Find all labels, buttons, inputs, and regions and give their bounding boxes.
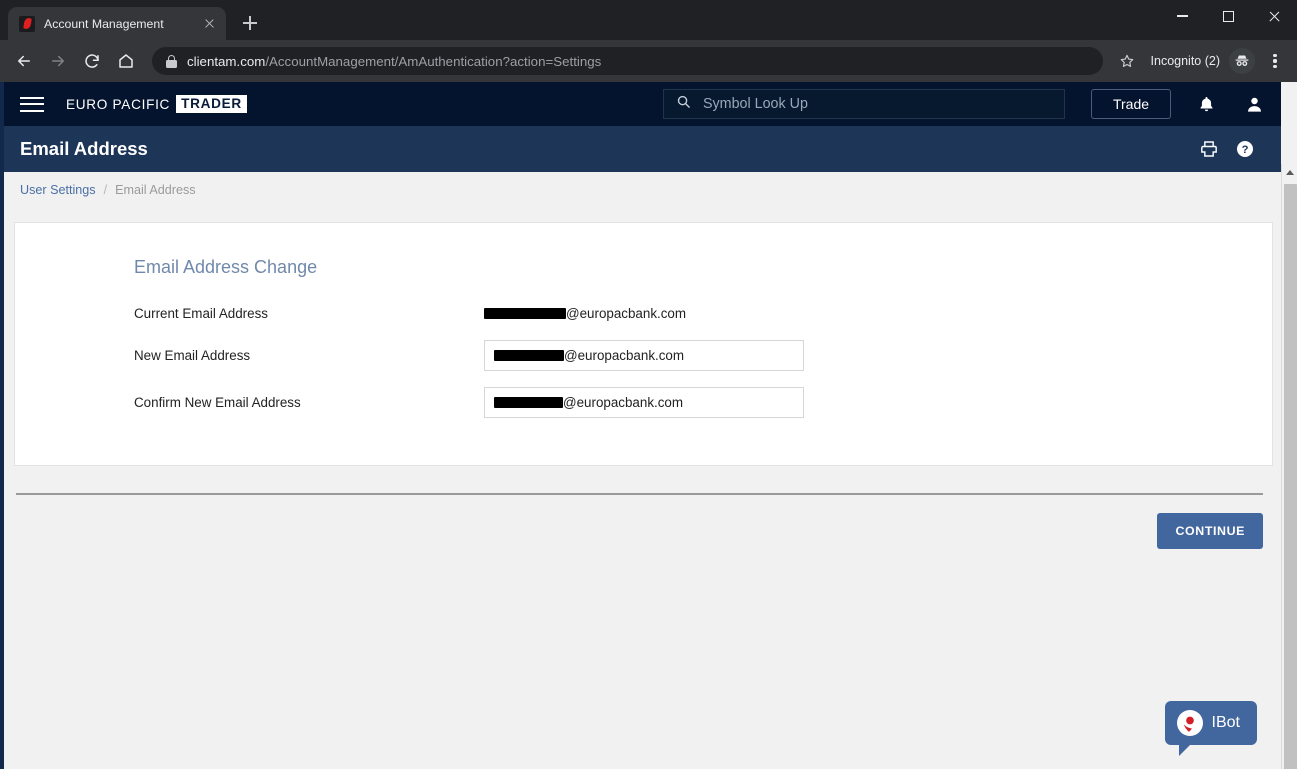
current-email-domain: @europacbank.com (566, 306, 687, 321)
breadcrumb-current: Email Address (115, 183, 196, 197)
current-email-label: Current Email Address (134, 306, 268, 321)
form-actions: CONTINUE (4, 495, 1281, 549)
search-input[interactable] (703, 96, 1052, 112)
page-title: Email Address (20, 138, 148, 159)
url-domain: clientam.com (187, 53, 266, 69)
question-mark-help-icon[interactable]: ? (1233, 137, 1257, 161)
lock-icon (166, 54, 177, 68)
current-email-row: Current Email Address @europacbank.com (134, 306, 934, 321)
breadcrumb-separator: / (103, 183, 108, 197)
forward-arrow-icon[interactable] (42, 45, 74, 77)
close-icon[interactable] (201, 15, 218, 32)
brand-primary-text: EURO PACIFIC (66, 96, 171, 112)
browser-window: Account Management clientam.com/AccountM… (0, 0, 1297, 769)
reload-icon[interactable] (76, 45, 108, 77)
brand-boxed-text: TRADER (176, 95, 247, 113)
breadcrumb-user-settings[interactable]: User Settings (20, 183, 96, 197)
confirm-email-row: Confirm New Email Address @europacbank.c… (134, 387, 934, 418)
incognito-icon[interactable] (1229, 48, 1255, 74)
browser-toolbar: clientam.com/AccountManagement/AmAuthent… (0, 40, 1297, 82)
brand-logo: EURO PACIFIC TRADER (66, 95, 247, 113)
scrollbar-thumb[interactable] (1284, 184, 1297, 769)
ibot-logo-icon (1176, 710, 1203, 736)
new-email-label: New Email Address (134, 348, 251, 363)
breadcrumb: User Settings / Email Address (4, 172, 1281, 208)
scroll-up-arrow-icon[interactable] (1282, 164, 1297, 181)
maximize-button[interactable] (1205, 0, 1251, 32)
three-dots-menu-icon[interactable] (1261, 47, 1289, 75)
redacted-username (494, 397, 563, 408)
redacted-username (494, 350, 564, 361)
minimize-button[interactable] (1159, 0, 1205, 32)
new-email-input[interactable]: @europacbank.com (484, 340, 804, 371)
hamburger-menu-icon[interactable] (20, 91, 46, 117)
page-viewport: EURO PACIFIC TRADER Trade (0, 82, 1297, 769)
ibot-chat-widget[interactable]: IBot (1164, 701, 1257, 756)
incognito-label: Incognito (2) (1150, 54, 1220, 68)
user-person-icon[interactable] (1241, 91, 1267, 117)
home-icon[interactable] (110, 45, 142, 77)
page-title-actions: ? (1197, 137, 1257, 161)
back-arrow-icon[interactable] (8, 45, 40, 77)
new-email-row: New Email Address @europacbank.com (134, 340, 934, 371)
printer-icon[interactable] (1197, 137, 1221, 161)
new-tab-button[interactable] (236, 9, 264, 37)
trade-button[interactable]: Trade (1091, 89, 1171, 119)
svg-text:?: ? (1242, 144, 1249, 156)
confirm-email-label: Confirm New Email Address (134, 395, 301, 410)
continue-button[interactable]: CONTINUE (1157, 513, 1263, 549)
browser-tab[interactable]: Account Management (8, 7, 226, 40)
app-navigation-bar: EURO PACIFIC TRADER Trade (4, 82, 1281, 126)
search-icon (676, 94, 691, 114)
ibot-label: IBot (1211, 714, 1240, 731)
confirm-email-input[interactable]: @europacbank.com (484, 387, 804, 418)
web-page: EURO PACIFIC TRADER Trade (0, 82, 1281, 769)
close-window-button[interactable] (1251, 0, 1297, 32)
page-scrollbar[interactable] (1281, 164, 1297, 769)
url-text: clientam.com/AccountManagement/AmAuthent… (187, 54, 601, 69)
confirm-email-domain: @europacbank.com (563, 395, 684, 410)
current-email-value: @europacbank.com (484, 306, 686, 321)
url-path: /AccountManagement/AmAuthentication?acti… (265, 53, 602, 69)
card-heading: Email Address Change (134, 257, 318, 277)
window-controls (1159, 0, 1297, 32)
symbol-search-box[interactable] (663, 89, 1065, 119)
address-bar[interactable]: clientam.com/AccountManagement/AmAuthent… (152, 47, 1103, 75)
new-email-domain: @europacbank.com (564, 348, 685, 363)
email-change-card: Email Address Change Current Email Addre… (14, 222, 1273, 466)
flame-favicon (19, 15, 35, 32)
bell-icon[interactable] (1193, 91, 1219, 117)
redacted-username (484, 308, 566, 319)
tab-title: Account Management (44, 16, 164, 31)
star-icon[interactable] (1113, 47, 1141, 75)
page-title-bar: Email Address ? (4, 126, 1281, 172)
tab-strip: Account Management (0, 0, 1297, 40)
